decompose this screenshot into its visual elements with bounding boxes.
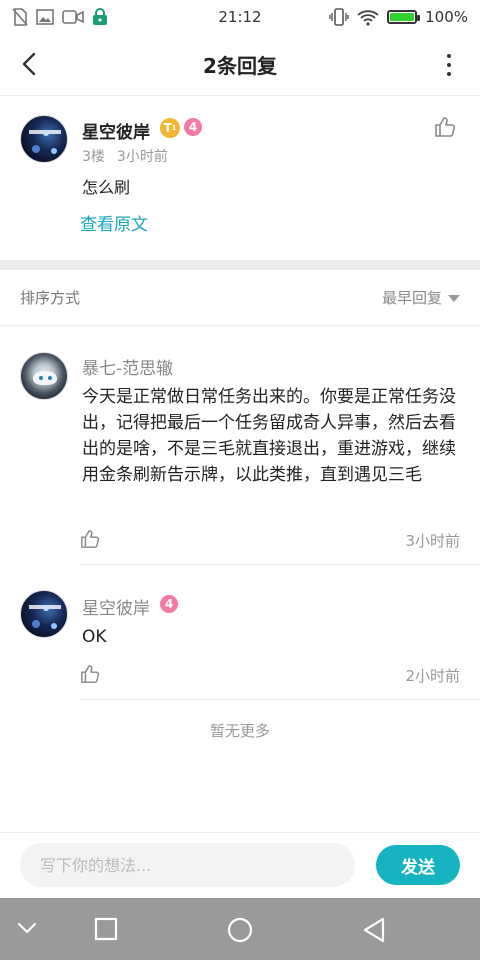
- comment-input[interactable]: [20, 843, 355, 887]
- sort-label: 排序方式: [20, 289, 81, 307]
- wifi-icon: [357, 9, 379, 26]
- divider: [80, 699, 480, 700]
- app-header: 2条回复: [0, 34, 480, 96]
- reply-content: 今天是正常做日常任务出来的。你要是正常任务没出，记得把最后一个任务留成奇人异事，…: [82, 387, 456, 485]
- chevron-down-icon: [448, 295, 460, 302]
- reply-time: 3小时前: [405, 532, 460, 550]
- title-badge: T1: [160, 118, 180, 138]
- lock-icon: [93, 8, 107, 25]
- sort-bar: 排序方式 最早回复: [0, 270, 480, 326]
- avatar[interactable]: [20, 115, 68, 163]
- user-badges: T1 4: [160, 118, 202, 138]
- sort-selected: 最早回复: [381, 289, 442, 307]
- post-meta: 3楼 3小时前: [82, 146, 168, 166]
- avatar[interactable]: [20, 590, 68, 638]
- page-title: 2条回复: [203, 54, 277, 78]
- no-more-text: 暂无更多: [209, 722, 270, 740]
- video-icon: [62, 10, 84, 24]
- reply-time: 2小时前: [405, 667, 460, 685]
- more-vertical-icon[interactable]: [446, 54, 452, 76]
- reply-content: OK: [82, 627, 107, 647]
- image-icon: [36, 9, 54, 25]
- section-divider: [0, 260, 480, 270]
- thumbs-up-icon[interactable]: [80, 664, 100, 684]
- view-original-link[interactable]: 查看原文: [80, 210, 148, 235]
- chevron-down-icon[interactable]: [16, 920, 38, 936]
- thumbs-up-icon[interactable]: [80, 529, 100, 549]
- reply-item: 暴七-范思辙 今天是正常做日常任务出来的。你要是正常任务没出，记得把最后一个任务…: [0, 326, 480, 566]
- home-circle-icon[interactable]: [227, 917, 253, 943]
- status-bar: 21:12 100%: [0, 0, 480, 34]
- sort-dropdown[interactable]: 最早回复: [382, 287, 460, 308]
- floor-number: 3楼: [82, 149, 105, 165]
- send-button[interactable]: 发送: [376, 845, 460, 885]
- level-badge: 4: [184, 118, 202, 136]
- thumbs-up-icon[interactable]: [434, 116, 456, 138]
- username[interactable]: 星空彼岸: [82, 118, 150, 143]
- username[interactable]: 暴七-范思辙: [82, 354, 173, 379]
- comment-input-bar: 发送: [0, 832, 480, 898]
- battery-percent: 100%: [425, 8, 468, 26]
- level-badge: 4: [160, 595, 178, 613]
- vibrate-icon: [329, 8, 349, 26]
- avatar[interactable]: [20, 352, 68, 400]
- no-sim-icon: [12, 8, 28, 26]
- reply-item: 星空彼岸 4 OK 2小时前: [0, 566, 480, 702]
- recents-square-icon[interactable]: [94, 917, 118, 941]
- back-triangle-icon[interactable]: [362, 917, 386, 943]
- system-nav-bar: [0, 898, 480, 960]
- original-post: 星空彼岸 T1 4 3楼 3小时前 怎么刷 查看原文: [0, 96, 480, 260]
- post-time: 3小时前: [116, 149, 168, 165]
- divider: [80, 564, 480, 565]
- back-arrow-icon[interactable]: [16, 50, 44, 78]
- battery-icon: [387, 10, 421, 24]
- username[interactable]: 星空彼岸: [82, 594, 150, 619]
- status-right-icons: 100%: [329, 8, 468, 26]
- status-left-icons: [12, 8, 172, 26]
- post-content: 怎么刷: [82, 178, 131, 197]
